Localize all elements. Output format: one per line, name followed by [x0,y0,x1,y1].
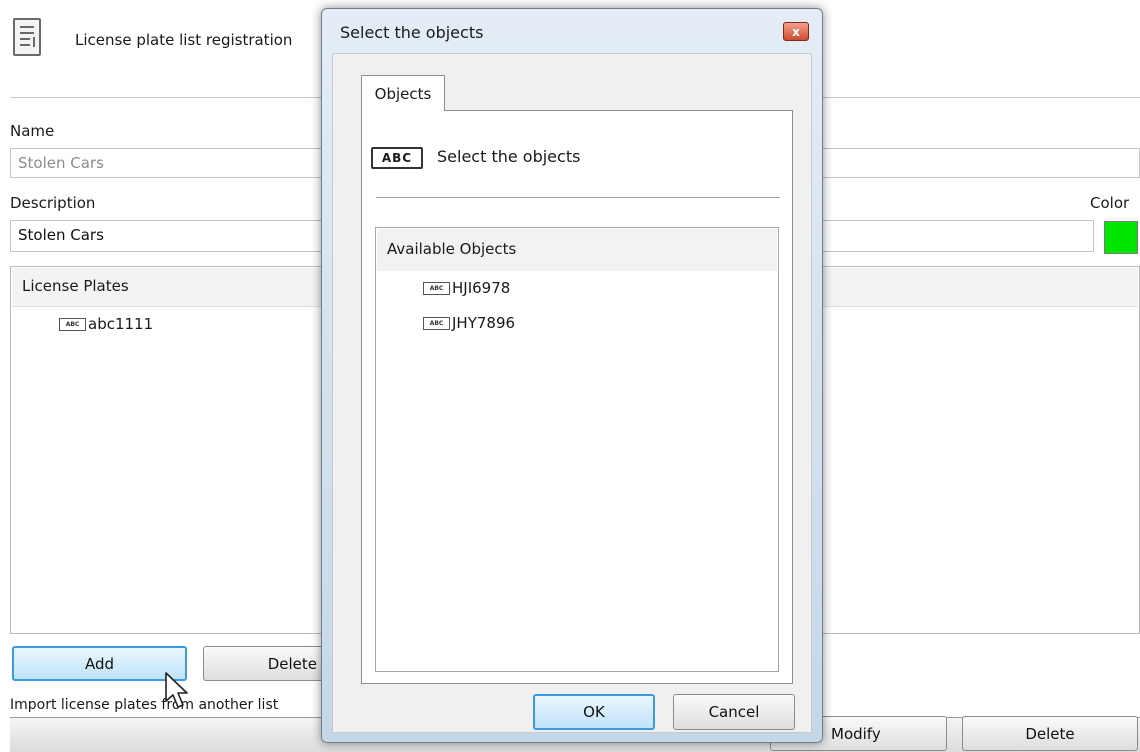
available-objects-header: Available Objects [377,229,777,271]
object-value: JHY7896 [452,314,516,332]
description-label: Description [10,194,96,212]
section-divider [376,197,780,198]
page-title: License plate list registration [75,31,293,49]
list-item[interactable]: ABC JHY7896 [423,314,515,332]
license-plate-icon: ABC [59,317,86,331]
available-objects-header-label: Available Objects [387,240,517,258]
close-icon[interactable]: x [783,22,809,41]
dialog-content: Objects ABC Select the objects Available… [332,53,812,733]
color-label: Color [1090,194,1130,212]
select-objects-dialog: Select the objects x Objects ABC Select … [321,8,823,743]
license-plate-icon: ABC [423,281,450,295]
plate-value: abc1111 [88,315,154,333]
delete-list-button[interactable]: Delete [962,716,1138,751]
list-item[interactable]: ABC abc1111 [59,315,153,333]
ok-button[interactable]: OK [533,694,655,730]
add-button[interactable]: Add [12,646,187,681]
list-item[interactable]: ABC HJI6978 [423,279,510,297]
color-picker[interactable] [1104,221,1138,254]
name-label: Name [10,122,55,140]
object-value: HJI6978 [452,279,511,297]
import-label: Import license plates from another list [10,697,279,713]
list-header-label: License Plates [22,277,129,295]
cancel-button[interactable]: Cancel [673,694,795,730]
dialog-title: Select the objects [340,23,484,42]
document-icon [13,18,41,56]
available-objects-list[interactable]: Available Objects ABC HJI6978 ABC JHY789… [375,227,779,672]
select-objects-label: Select the objects [437,147,581,166]
mouse-cursor-icon [165,672,188,708]
license-plate-icon: ABC [423,316,450,330]
tab-objects[interactable]: Objects [361,75,445,111]
abc-tag-icon: ABC [371,147,423,169]
